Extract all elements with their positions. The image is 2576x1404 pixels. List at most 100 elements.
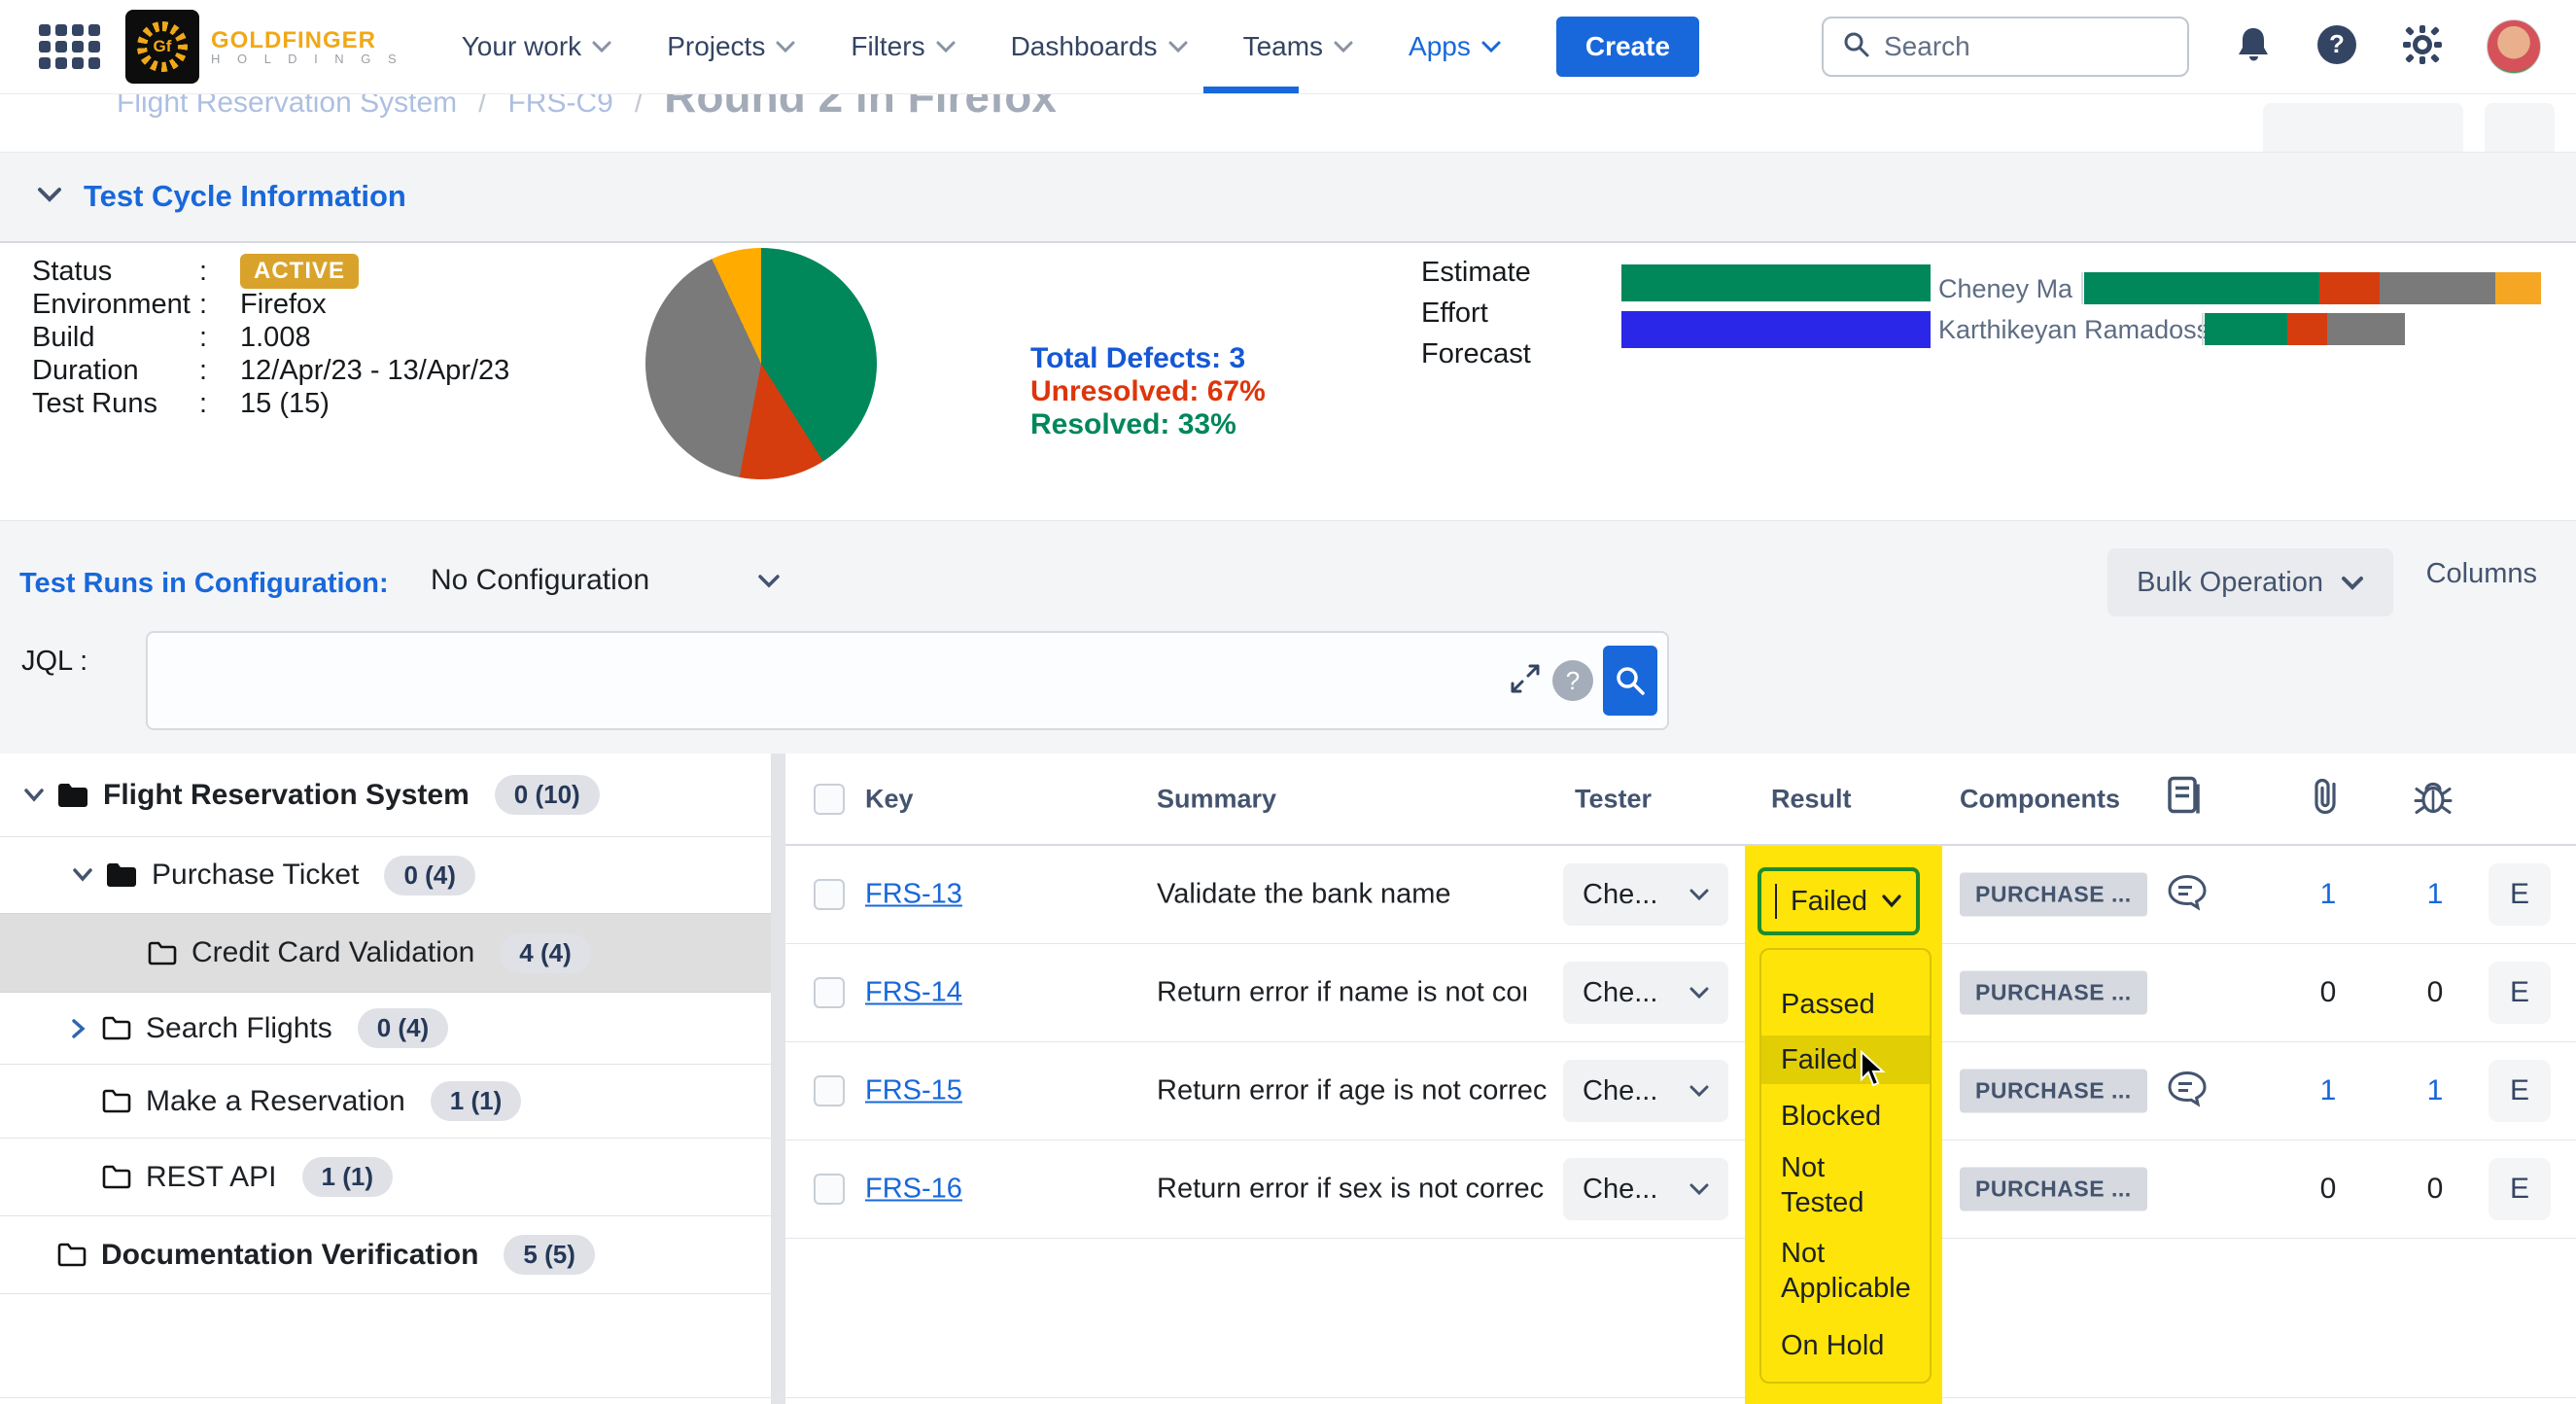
count-badge: 1 (1) <box>431 1081 521 1121</box>
chevron-down-icon[interactable] <box>66 868 99 882</box>
status-badge: ACTIVE <box>240 254 359 289</box>
col-tester: Tester <box>1575 784 1652 814</box>
tester-select[interactable]: Che... <box>1563 962 1728 1024</box>
folder-outline-icon <box>101 1015 132 1041</box>
mouse-cursor <box>1858 1050 1887 1094</box>
chevron-down-icon <box>775 40 796 53</box>
cycle-fields: Status:ACTIVE Environment:Firefox Build:… <box>32 255 509 420</box>
tester-progress-bar <box>2081 272 2541 304</box>
table-row[interactable]: FRS-15 Return error if age is not correc… <box>785 1042 2576 1141</box>
test-runs-value: 15 (15) <box>240 388 330 420</box>
create-button[interactable]: Create <box>1556 17 1699 77</box>
logo-tagline: H O L D I N G S <box>211 53 403 66</box>
execute-button[interactable]: E <box>2489 1158 2551 1220</box>
chevron-right-icon[interactable] <box>62 1018 95 1039</box>
execute-button[interactable]: E <box>2489 962 2551 1024</box>
test-key-link[interactable]: FRS-15 <box>865 1075 962 1107</box>
chevron-down-icon <box>1689 1085 1709 1098</box>
comment-icon[interactable] <box>2167 1071 2208 1112</box>
menu-item-passed[interactable]: Passed <box>1761 979 1930 1030</box>
row-checkbox[interactable] <box>814 1174 845 1205</box>
environment-value: Firefox <box>240 289 327 321</box>
tree-item-purchase-ticket[interactable]: Purchase Ticket 0 (4) <box>0 837 771 913</box>
chevron-down-icon <box>935 40 957 53</box>
chevron-down-icon[interactable] <box>17 789 51 802</box>
nav-item-projects[interactable]: Projects <box>667 31 796 62</box>
configuration-select[interactable]: No Configuration <box>431 564 781 597</box>
settings-gear-icon[interactable] <box>2401 23 2444 71</box>
component-tag: PURCHASE ... <box>1960 873 2147 917</box>
test-key-link[interactable]: FRS-16 <box>865 1174 962 1206</box>
nav-item-apps[interactable]: Apps <box>1409 31 1502 62</box>
row-checkbox[interactable] <box>814 1075 845 1106</box>
section-title[interactable]: Test Cycle Information <box>84 179 406 214</box>
content-split: Flight Reservation System 0 (10) Purchas… <box>0 754 2576 1404</box>
tree-item-credit-card-validation[interactable]: Credit Card Validation 4 (4) <box>0 913 771 993</box>
test-cycle-info-body: Status:ACTIVE Environment:Firefox Build:… <box>0 243 2576 520</box>
jql-search-button[interactable] <box>1603 646 1657 716</box>
test-folder-tree: Flight Reservation System 0 (10) Purchas… <box>0 754 771 1294</box>
nav-item-teams[interactable]: Teams <box>1243 31 1354 62</box>
app-switcher-icon[interactable] <box>39 24 100 69</box>
breadcrumb-cycle-link[interactable]: FRS-C9 <box>507 93 612 120</box>
columns-button[interactable]: Columns <box>2426 558 2537 590</box>
chevron-down-icon <box>1689 987 1709 1000</box>
chevron-down-icon <box>591 40 612 53</box>
menu-item-not-tested[interactable]: Not Tested <box>1761 1148 1878 1222</box>
attachments-count[interactable]: 1 <box>2320 878 2337 911</box>
tree-item-rest-api[interactable]: REST API 1 (1) <box>0 1139 771 1216</box>
execute-button[interactable]: E <box>2489 1060 2551 1122</box>
test-key-link[interactable]: FRS-13 <box>865 879 962 911</box>
comment-icon[interactable] <box>2167 874 2208 916</box>
select-all-checkbox[interactable] <box>814 784 845 815</box>
nav-item-dashboards[interactable]: Dashboards <box>1011 31 1189 62</box>
table-row[interactable]: FRS-13 Validate the bank name Che... PUR… <box>785 846 2576 944</box>
logo-mark: Gf <box>125 10 199 84</box>
breadcrumb-project-link[interactable]: Flight Reservation System <box>117 93 457 120</box>
tree-item-make-a-reservation[interactable]: Make a Reservation 1 (1) <box>0 1065 771 1139</box>
defects-count[interactable]: 1 <box>2427 1074 2444 1107</box>
panel-divider-scrollbar[interactable] <box>771 754 785 1404</box>
defects-count: 0 <box>2427 1173 2444 1206</box>
folder-outline-icon <box>147 940 178 966</box>
jql-input[interactable]: ? <box>146 631 1669 730</box>
nav-item-your-work[interactable]: Your work <box>462 31 612 62</box>
execute-button[interactable]: E <box>2489 863 2551 926</box>
result-select[interactable]: Failed <box>1758 867 1920 935</box>
defects-count[interactable]: 1 <box>2427 878 2444 911</box>
test-key-link[interactable]: FRS-14 <box>865 977 962 1009</box>
row-checkbox[interactable] <box>814 879 845 910</box>
partial-icon-button[interactable] <box>2485 103 2555 153</box>
tree-item-flight-reservation-system[interactable]: Flight Reservation System 0 (10) <box>0 754 771 837</box>
search-input[interactable]: Search <box>1822 17 2189 77</box>
tester-select[interactable]: Che... <box>1563 1158 1728 1220</box>
expand-icon[interactable] <box>1508 661 1543 701</box>
partial-toolbar-button[interactable] <box>2263 103 2463 153</box>
row-checkbox[interactable] <box>814 977 845 1008</box>
table-row[interactable]: FRS-16 Return error if sex is not correc… <box>785 1141 2576 1239</box>
nav-item-filters[interactable]: Filters <box>851 31 956 62</box>
menu-item-on-hold[interactable]: On Hold <box>1761 1321 1930 1370</box>
user-avatar[interactable] <box>2487 19 2541 74</box>
attachments-count[interactable]: 1 <box>2320 1074 2337 1107</box>
notifications-bell-icon[interactable] <box>2234 24 2273 70</box>
table-row[interactable]: FRS-14 Return error if name is not corr … <box>785 944 2576 1042</box>
chevron-down-icon <box>1689 889 1709 901</box>
text-cursor <box>1775 884 1777 919</box>
menu-item-not-applicable[interactable]: Not Applicable <box>1761 1234 1907 1308</box>
tree-item-documentation-verification[interactable]: Documentation Verification 5 (5) <box>0 1216 771 1294</box>
page-title: Round 2 in Firefox <box>664 93 1057 123</box>
help-icon[interactable]: ? <box>2315 23 2358 71</box>
folder-filled-icon <box>105 861 138 889</box>
tester-select[interactable]: Che... <box>1563 1060 1728 1122</box>
company-logo[interactable]: Gf GOLDFINGER H O L D I N G S <box>125 10 403 84</box>
tester-select[interactable]: Che... <box>1563 863 1728 926</box>
bulk-operation-button[interactable]: Bulk Operation <box>2107 548 2393 616</box>
jql-help-icon[interactable]: ? <box>1552 660 1593 701</box>
tree-item-search-flights[interactable]: Search Flights 0 (4) <box>0 993 771 1065</box>
execution-status-pie-chart <box>645 248 877 479</box>
active-tab-underline <box>1203 87 1299 93</box>
menu-item-blocked[interactable]: Blocked <box>1761 1092 1930 1141</box>
menu-item-failed[interactable]: Failed <box>1761 1035 1930 1084</box>
collapse-chevron-icon[interactable] <box>37 187 62 207</box>
